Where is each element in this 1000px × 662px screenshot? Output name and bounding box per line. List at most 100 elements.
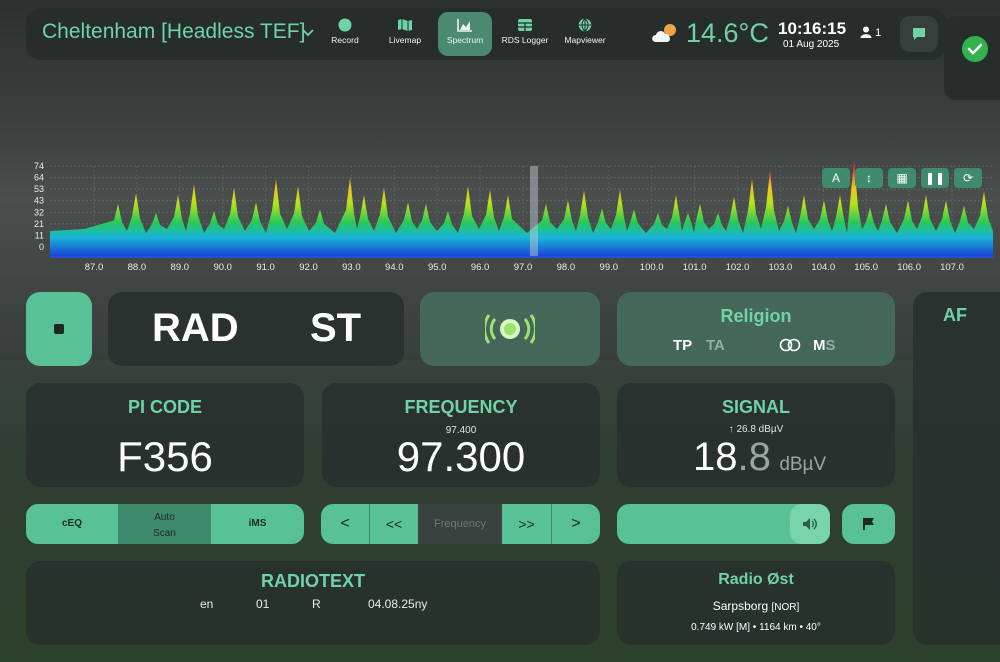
nav-spectrum[interactable]: Spectrum xyxy=(438,12,492,56)
map-icon xyxy=(398,19,412,31)
auto-scan-label-1: Auto xyxy=(154,512,175,523)
tune-next-button[interactable]: > xyxy=(551,504,600,544)
ps-name-left: RAD xyxy=(152,306,239,350)
record-icon xyxy=(338,18,352,32)
volume-button[interactable] xyxy=(790,504,830,544)
ps-display: RAD ST xyxy=(108,292,404,366)
x-tick-label: 105.0 xyxy=(854,262,878,273)
spectrum-chart[interactable]: 74 6453 4332 2111 0 87.0 88.0 89.0 90.0 91.0 92.0… xyxy=(28,158,998,273)
broadcast-icon xyxy=(485,314,535,344)
x-tick-label: 104.0 xyxy=(811,262,835,273)
spectrum-tool-button-2[interactable]: ▦ xyxy=(888,168,916,188)
ms-flag-s: S xyxy=(825,337,836,354)
spectrum-signal-area xyxy=(50,159,993,257)
arrow-up-icon: ↑ xyxy=(728,424,734,435)
auto-scan-button[interactable]: Auto Scan xyxy=(118,504,211,544)
tp-flag: TP xyxy=(673,337,693,354)
signal-title: SIGNAL xyxy=(721,397,790,417)
signal-panel: SIGNAL ↑ 26.8 dBµV 18.8 dBµV xyxy=(617,383,895,487)
frequency-value[interactable]: 97.300 xyxy=(322,433,600,481)
check-icon xyxy=(962,36,988,62)
pi-code-value: F356 xyxy=(117,433,213,480)
flag-button[interactable] xyxy=(842,504,895,544)
ims-button[interactable]: iMS xyxy=(211,504,304,544)
globe-icon xyxy=(578,18,592,32)
nav-rds-logger[interactable]: RDS Logger xyxy=(498,12,552,56)
cloud-sun-icon xyxy=(650,22,680,49)
x-tick-label: 88.0 xyxy=(128,262,146,273)
user-icon xyxy=(860,26,872,38)
ps-name-right: ST xyxy=(310,306,362,350)
spectrum-x-axis: 87.0 88.0 89.0 90.0 91.0 92.0 93.0 94.0 95.0 96.0… xyxy=(85,262,964,273)
stop-button[interactable] xyxy=(26,292,92,366)
nav-rds-logger-label: RDS Logger xyxy=(501,35,549,45)
x-tick-label: 94.0 xyxy=(385,262,404,273)
stop-icon xyxy=(54,324,64,334)
clock-time: 10:16:15 xyxy=(778,19,847,38)
chat-icon xyxy=(913,28,925,40)
x-tick-label: 91.0 xyxy=(256,262,275,273)
af-panel: AF xyxy=(913,292,1000,645)
nav-mapviewer[interactable]: Mapviewer xyxy=(558,12,612,56)
x-tick-label: 106.0 xyxy=(897,262,921,273)
volume-slider[interactable] xyxy=(617,504,830,544)
spectrum-cursor[interactable] xyxy=(530,166,538,257)
station-title[interactable]: Cheltenham [Headless TEF] xyxy=(42,20,305,44)
y-tick-label: 53 xyxy=(34,184,44,194)
x-tick-label: 97.0 xyxy=(514,262,533,273)
broadcast-indicator xyxy=(420,292,600,366)
frequency-title: FREQUENCY xyxy=(404,397,518,417)
volume-icon xyxy=(803,518,817,530)
radiotext-part-1: en xyxy=(200,597,214,611)
af-label: AF xyxy=(943,305,967,325)
nav-livemap[interactable]: Livemap xyxy=(378,12,432,56)
signal-peak-value: 26.8 dBµV xyxy=(736,424,784,435)
signal-value-int: 18 xyxy=(693,435,738,479)
nav-record[interactable]: Record xyxy=(318,12,372,56)
spectrum-tool-button-3[interactable]: ❚❚ xyxy=(921,168,949,188)
pty-label: Religion xyxy=(720,306,792,326)
users-count-value: 1 xyxy=(875,27,882,39)
users-count: 1 xyxy=(860,26,881,39)
tx-details: 0.749 kW [M] • 1164 km • 40° xyxy=(691,622,821,633)
x-tick-label: 100.0 xyxy=(640,262,664,273)
y-tick-label: 32 xyxy=(34,207,44,217)
spectrum-tool-button-0[interactable]: A xyxy=(822,168,850,188)
x-tick-label: 98.0 xyxy=(557,262,576,273)
y-tick-label: 43 xyxy=(34,196,44,206)
radiotext-panel: RADIOTEXT en 01 R 04.08.25ny xyxy=(26,561,600,645)
tuning-controls: < << >> > xyxy=(321,504,600,544)
ms-flag-m: M xyxy=(813,337,826,354)
flag-icon xyxy=(863,518,874,530)
frequency-panel: FREQUENCY 97.400 97.300 xyxy=(322,383,600,487)
x-tick-label: 87.0 xyxy=(85,262,104,273)
stereo-icon xyxy=(779,338,801,352)
x-tick-label: 90.0 xyxy=(213,262,232,273)
pi-code-panel: PI CODE F356 xyxy=(26,383,304,487)
ms-flag: MS xyxy=(813,337,836,354)
x-tick-label: 103.0 xyxy=(769,262,793,273)
nav-livemap-label: Livemap xyxy=(388,35,422,45)
y-tick-label: 74 xyxy=(34,161,44,171)
tx-name: Radio Øst xyxy=(718,571,794,588)
y-tick-label: 21 xyxy=(34,219,44,229)
frequency-input[interactable] xyxy=(418,504,502,544)
y-tick-label: 0 xyxy=(39,242,44,252)
table-icon xyxy=(518,19,532,31)
ceq-button[interactable]: cEQ xyxy=(26,504,118,544)
tune-fast-prev-button[interactable]: << xyxy=(369,504,418,544)
chat-button[interactable] xyxy=(900,16,938,52)
spectrum-tool-button-4[interactable]: ⟳ xyxy=(954,168,982,188)
signal-peak: ↑ 26.8 dBµV xyxy=(617,424,895,435)
mode-buttons: cEQ Auto Scan iMS xyxy=(26,504,304,544)
temperature: 14.6°C xyxy=(686,18,769,48)
nav-spectrum-label: Spectrum xyxy=(446,35,484,45)
tune-fast-next-button[interactable]: >> xyxy=(502,504,551,544)
nav-record-label: Record xyxy=(331,35,359,45)
spectrum-tool-button-1[interactable]: ↕ xyxy=(855,168,883,188)
tune-prev-button[interactable]: < xyxy=(321,504,369,544)
transmitter-panel: Radio Øst Sarpsborg [NOR] 0.749 kW [M] •… xyxy=(617,561,895,645)
chevron-down-icon[interactable] xyxy=(302,24,314,40)
x-tick-label: 107.0 xyxy=(940,262,964,273)
y-tick-label: 64 xyxy=(34,173,44,183)
